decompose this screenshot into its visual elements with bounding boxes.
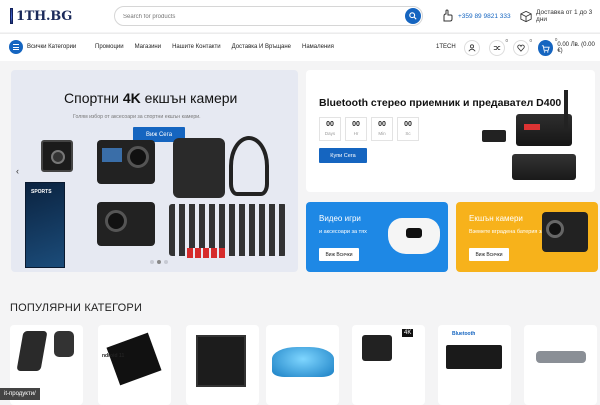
- menu-links: Промоции Магазини Нашите Контакти Достав…: [95, 44, 334, 50]
- smartwatch-image: [54, 331, 74, 357]
- hero-subtitle: Голям избор от аксесоари за спортни екшъ…: [73, 114, 201, 120]
- compare-button[interactable]: 0: [489, 38, 508, 56]
- search-button[interactable]: [405, 8, 421, 24]
- action-cameras-view-all-button[interactable]: Виж Всички: [469, 248, 509, 261]
- cart-total: 0.00 Лв. (0.00 €): [557, 42, 595, 54]
- action-camera-small-image: [41, 140, 73, 172]
- slider-dot-2[interactable]: [157, 260, 161, 264]
- search-input[interactable]: [123, 10, 393, 23]
- hero-title: Спортни 4K екшън камери: [64, 90, 238, 106]
- category-tile-tv-boxes[interactable]: ndroid 11: [98, 325, 171, 405]
- gamepad-image: [388, 218, 440, 254]
- slider-dot-1[interactable]: [150, 260, 154, 264]
- top-bar: 1TH.BG +359 89 9821 333 Доставка от 1 до…: [0, 0, 600, 32]
- tv-box-image: [106, 332, 162, 386]
- car-image: [272, 347, 334, 377]
- category-tile-drones[interactable]: [524, 325, 597, 405]
- action-cameras-subtitle: Вземете вградена батерия за...: [469, 229, 550, 235]
- hamburger-icon: [9, 40, 23, 54]
- motherboard-image: [196, 335, 246, 387]
- charger-image: [16, 331, 48, 371]
- action-camera-card-image: [542, 212, 588, 252]
- compare-count: 0: [505, 38, 508, 43]
- shuffle-icon: [493, 46, 501, 50]
- all-categories-label: Всички Категории: [27, 44, 77, 50]
- category-tile-cars[interactable]: [266, 325, 339, 405]
- menu-item-contacts[interactable]: Нашите Контакти: [172, 44, 220, 50]
- search-bar: [114, 6, 423, 26]
- car-stereo-image: [446, 345, 502, 369]
- category-tile-action-cameras[interactable]: 4K: [352, 325, 425, 405]
- brand-link[interactable]: 1TECH: [436, 44, 456, 50]
- shipping-text: Доставка от 1 до 3 дни: [536, 9, 593, 23]
- video-games-view-all-button[interactable]: Виж Всички: [319, 248, 359, 261]
- video-games-title: Видео игри: [319, 214, 361, 223]
- camera-box-label: SPORTS: [31, 189, 52, 195]
- cart-count: 0: [554, 37, 558, 42]
- slider-dot-3[interactable]: [164, 260, 168, 264]
- android-label: ndroid 11: [102, 353, 125, 359]
- video-games-subtitle: и аксесоари за тях: [319, 229, 367, 235]
- logo-mark-icon: [10, 8, 13, 24]
- action-camera-tile-image: [362, 335, 392, 361]
- antenna-image: [564, 90, 568, 130]
- timer-hours: 00 Hr: [345, 117, 367, 141]
- hero-slider: Спортни 4K екшън камери Голям избор от а…: [11, 70, 298, 272]
- user-icon: [468, 44, 476, 52]
- category-tile-motherboards[interactable]: [186, 325, 259, 405]
- menu-item-promotions[interactable]: Промоции: [95, 44, 124, 50]
- countdown-timer: 00 Days 00 Hr 00 Min 00 Sc: [319, 117, 419, 141]
- red-stickers-image: [187, 248, 227, 258]
- account-button[interactable]: [464, 40, 480, 56]
- site-logo[interactable]: 1TH.BG: [10, 7, 72, 25]
- slider-dots: [150, 260, 168, 264]
- camera-box-image: SPORTS: [25, 182, 65, 268]
- timer-minutes: 00 Min: [371, 117, 393, 141]
- cart-button[interactable]: 0 0.00 Лв. (0.00 €): [538, 37, 600, 56]
- cart-icon: 0: [538, 37, 557, 56]
- bluetooth-buy-button[interactable]: Купи Сега: [319, 148, 367, 163]
- shipping-info: Доставка от 1 до 3 дни: [520, 9, 600, 23]
- accessory-case-image: [173, 138, 225, 198]
- action-cameras-card: Екшън камери Вземете вградена батерия за…: [456, 202, 598, 272]
- timer-days: 00 Days: [319, 117, 341, 141]
- heart-icon: [517, 44, 525, 52]
- slider-prev-arrow[interactable]: ‹: [16, 166, 19, 176]
- bluetooth-promo: Bluetooth стерео приемник и предавател D…: [306, 70, 595, 192]
- phone-hand-icon: [443, 9, 453, 22]
- logo-text: 1TH.BG: [15, 8, 72, 24]
- head-strap-image: [229, 136, 269, 196]
- timer-seconds: 00 Sc: [397, 117, 419, 141]
- search-icon: [409, 12, 417, 20]
- drone-image: [536, 351, 586, 363]
- menu-item-stores[interactable]: Магазини: [135, 44, 162, 50]
- main-navigation: Всички Категории Промоции Магазини Нашит…: [0, 33, 600, 61]
- package-icon: [520, 10, 532, 22]
- bluetooth-device-bottom-image: [512, 154, 576, 180]
- popular-categories-title: ПОПУЛЯРНИ КАТЕГОРИ: [10, 302, 143, 314]
- action-camera-bottom-image: [97, 202, 155, 246]
- wishlist-count: 0: [529, 38, 532, 43]
- category-tile-audio[interactable]: Bluetooth: [438, 325, 511, 405]
- phone-number: +359 89 9821 333: [458, 12, 511, 20]
- action-cameras-title: Екшън камери: [469, 214, 523, 223]
- 4k-label: 4K: [402, 329, 414, 337]
- menu-item-discounts[interactable]: Намаления: [302, 44, 334, 50]
- wishlist-button[interactable]: 0: [513, 38, 532, 56]
- remote-control-image: [482, 130, 506, 142]
- phone-contact[interactable]: +359 89 9821 333: [440, 9, 511, 23]
- menu-item-delivery[interactable]: Доставка И Връщане: [232, 44, 291, 50]
- video-games-card: Видео игри и аксесоари за тях Виж Всички: [306, 202, 448, 272]
- status-tooltip: it-продукти/: [0, 388, 40, 400]
- bluetooth-label: Bluetooth: [452, 331, 476, 337]
- all-categories-button[interactable]: Всички Категории: [9, 40, 76, 54]
- action-camera-top-image: [97, 140, 155, 184]
- bluetooth-title: Bluetooth стерео приемник и предавател D…: [319, 97, 562, 109]
